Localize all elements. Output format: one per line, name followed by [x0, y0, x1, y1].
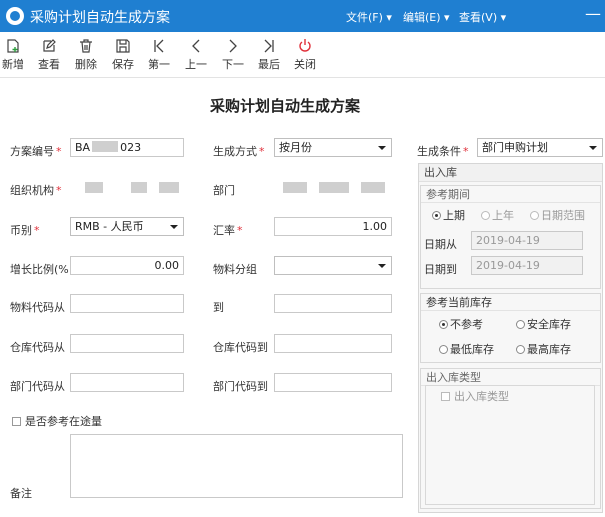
stock-group-title: 参考当前库存	[421, 294, 600, 311]
dept-to-label: 部门代码到	[213, 380, 268, 393]
add-button[interactable]: 新增	[0, 36, 29, 76]
period-last-year-radio[interactable]: 上年	[481, 207, 514, 223]
plan-no-label: 方案编号 *	[10, 145, 62, 158]
minimize-button[interactable]: —	[585, 4, 601, 23]
radio-icon	[530, 211, 539, 220]
org-label: 组织机构 *	[10, 184, 62, 197]
gen-condition-select[interactable]: 部门申购计划	[477, 138, 603, 157]
toolbar: 新增 查看 删除 保存 第一 上一 下一 最后 关闭	[0, 32, 605, 78]
growth-input[interactable]: 0.00	[70, 256, 184, 275]
date-from-label: 日期从	[424, 238, 457, 251]
dept-label: 部门	[213, 184, 235, 197]
first-icon	[154, 39, 164, 53]
add-document-icon	[7, 39, 19, 53]
remark-label: 备注	[10, 487, 32, 500]
radio-icon	[481, 211, 490, 220]
stock-safety-radio[interactable]: 安全库存	[516, 316, 571, 332]
radio-icon	[516, 345, 525, 354]
previous-button[interactable]: 上一	[180, 36, 212, 76]
radio-selected-icon	[439, 320, 448, 329]
rate-input[interactable]: 1.00	[274, 217, 392, 236]
dept-input[interactable]	[274, 177, 392, 196]
dept-from-input[interactable]	[70, 373, 184, 392]
redacted-block	[361, 182, 385, 193]
chevron-down-icon	[170, 225, 178, 229]
in-transit-checkbox[interactable]: 是否参考在途量	[12, 413, 102, 429]
material-from-input[interactable]	[70, 294, 184, 313]
form-title: 采购计划自动生成方案	[209, 97, 360, 115]
date-from-input[interactable]: 2019-04-19	[471, 231, 583, 250]
chevron-down-icon	[378, 264, 386, 268]
redacted-block	[319, 182, 349, 193]
date-to-input[interactable]: 2019-04-19	[471, 256, 583, 275]
redacted-block	[131, 182, 147, 193]
io-type-group-title: 出入库类型	[421, 369, 600, 386]
material-to-label: 到	[213, 301, 224, 314]
stock-min-radio[interactable]: 最低库存	[439, 341, 494, 357]
redacted-block	[283, 182, 307, 193]
warehouse-to-input[interactable]	[274, 334, 392, 353]
next-button[interactable]: 下一	[217, 36, 249, 76]
dept-to-input[interactable]	[274, 373, 392, 392]
chevron-right-icon	[229, 39, 237, 53]
redacted-block	[159, 182, 179, 193]
checkbox-icon	[12, 417, 21, 426]
stock-none-radio[interactable]: 不参考	[439, 316, 483, 332]
gen-method-select[interactable]: 按月份	[274, 138, 392, 157]
menu-file[interactable]: 文件(F) ▾	[346, 9, 392, 25]
gen-method-label: 生成方式 *	[213, 145, 265, 158]
plan-no-input[interactable]: BA 023	[70, 138, 184, 157]
rate-label: 汇率 *	[213, 224, 243, 237]
radio-selected-icon	[432, 211, 441, 220]
power-icon	[299, 39, 311, 52]
date-to-label: 日期到	[424, 263, 457, 276]
remark-textarea[interactable]	[70, 434, 403, 498]
io-type-checkbox[interactable]: 出入库类型	[441, 388, 509, 404]
checkbox-icon	[441, 392, 450, 401]
save-icon	[116, 39, 130, 53]
material-from-label: 物料代码从	[10, 301, 65, 314]
menu-view[interactable]: 查看(V) ▾	[459, 9, 506, 25]
app-logo-icon	[6, 7, 24, 25]
chevron-down-icon	[589, 146, 597, 150]
window-title: 采购计划自动生成方案	[30, 10, 170, 26]
last-icon	[264, 39, 274, 53]
chevron-down-icon	[378, 146, 386, 150]
trash-icon	[80, 39, 92, 53]
title-bar: 采购计划自动生成方案 文件(F) ▾ 编辑(E) ▾ 查看(V) ▾ —	[0, 0, 605, 32]
period-range-radio[interactable]: 日期范围	[530, 207, 585, 223]
last-button[interactable]: 最后	[253, 36, 285, 76]
radio-icon	[516, 320, 525, 329]
delete-button[interactable]: 删除	[70, 36, 102, 76]
warehouse-from-input[interactable]	[70, 334, 184, 353]
menu-edit[interactable]: 编辑(E) ▾	[403, 9, 450, 25]
org-input[interactable]	[70, 177, 184, 196]
material-group-label: 物料分组	[213, 263, 257, 276]
currency-label: 币别 *	[10, 224, 40, 237]
redacted-block	[92, 141, 119, 152]
warehouse-from-label: 仓库代码从	[10, 341, 65, 354]
in-out-panel-title: 出入库	[419, 164, 602, 182]
material-to-input[interactable]	[274, 294, 392, 313]
redacted-block	[85, 182, 103, 193]
save-button[interactable]: 保存	[107, 36, 139, 76]
warehouse-to-label: 仓库代码到	[213, 341, 268, 354]
edit-icon	[43, 39, 56, 52]
chevron-left-icon	[192, 39, 200, 53]
view-button[interactable]: 查看	[33, 36, 65, 76]
radio-icon	[439, 345, 448, 354]
stock-max-radio[interactable]: 最高库存	[516, 341, 571, 357]
growth-label: 增长比例(%	[10, 263, 69, 276]
gen-condition-label: 生成条件 *	[417, 145, 469, 158]
currency-select[interactable]: RMB - 人民币	[70, 217, 184, 236]
close-button[interactable]: 关闭	[289, 36, 321, 76]
period-group-title: 参考期间	[421, 186, 600, 203]
material-group-select[interactable]	[274, 256, 392, 275]
period-last-radio[interactable]: 上期	[432, 207, 465, 223]
dept-from-label: 部门代码从	[10, 380, 65, 393]
first-button[interactable]: 第一	[143, 36, 175, 76]
